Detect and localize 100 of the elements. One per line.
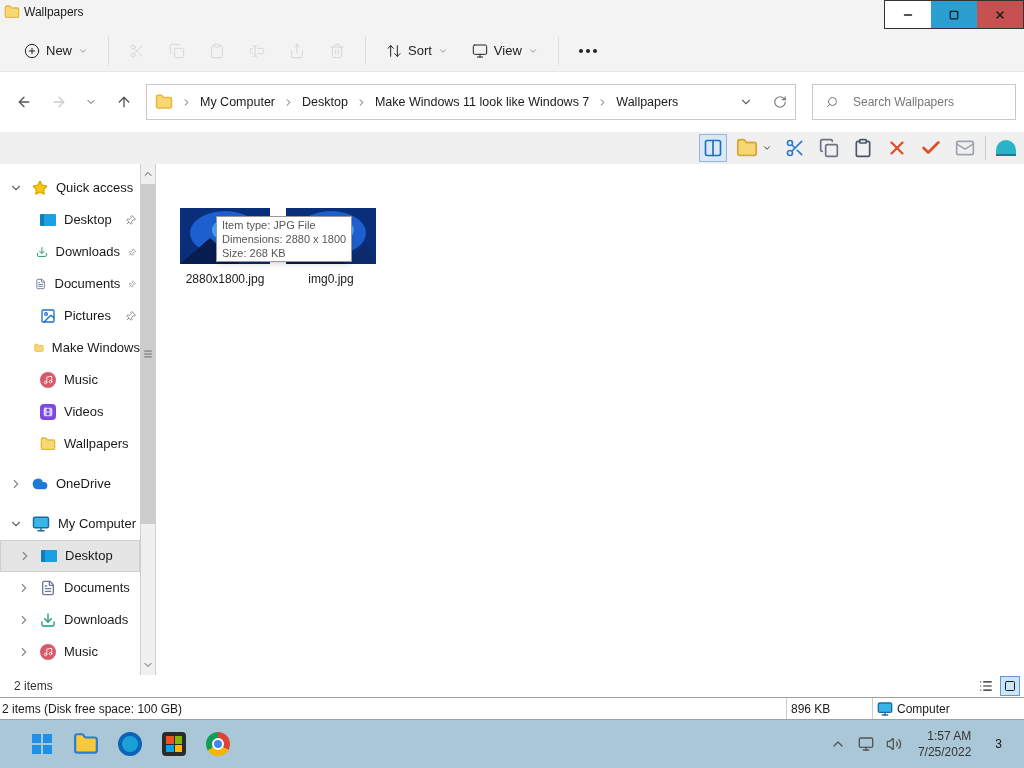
document-icon <box>40 580 56 596</box>
item-count: 2 items <box>14 678 53 695</box>
sort-icon <box>386 42 402 59</box>
music-icon <box>40 372 56 388</box>
window-title: Wallpapers <box>24 4 84 21</box>
document-icon <box>35 276 47 292</box>
file-name[interactable]: 2880x1800.jpg <box>185 270 265 288</box>
sidebar-item[interactable]: Downloads <box>0 604 140 636</box>
status-size: 896 KB <box>786 698 872 719</box>
sort-button[interactable]: Sort <box>378 34 456 67</box>
item-label: Music <box>64 371 98 390</box>
monitor-icon <box>32 515 50 533</box>
notification-count[interactable]: 3 <box>995 735 1002 753</box>
file-name[interactable]: img0.jpg <box>308 270 354 288</box>
sidebar-item[interactable]: Music <box>0 364 140 396</box>
item-label: Quick access <box>56 179 134 198</box>
view-button[interactable]: View <box>463 34 546 67</box>
sidebar-item[interactable]: OneDrive <box>0 468 140 500</box>
shell-icon <box>996 140 1016 156</box>
close-button[interactable] <box>977 1 1023 28</box>
tooltip: Item type: JPG File Dimensions: 2880 x 1800 Size: 268 KB <box>216 216 353 262</box>
sidebar-item[interactable]: Desktop <box>0 540 140 572</box>
pane-tool-button[interactable] <box>699 134 727 162</box>
breadcrumb[interactable]: Wallpapers <box>616 92 679 112</box>
network-icon[interactable] <box>857 736 874 752</box>
refresh-icon[interactable] <box>773 95 787 109</box>
item-label: Documents <box>64 579 130 598</box>
envelope-icon <box>955 138 975 158</box>
sidebar-item[interactable]: Videos <box>0 396 140 428</box>
new-button[interactable]: New <box>16 34 96 67</box>
item-label: Pictures <box>64 307 111 326</box>
star-icon <box>32 180 48 196</box>
download-icon <box>35 244 48 260</box>
sidebar-item[interactable]: Documents <box>0 572 140 604</box>
pane-icon <box>703 138 723 158</box>
sidebar-item[interactable]: Desktop <box>0 204 140 236</box>
clipboard-icon <box>853 138 873 158</box>
sidebar-item[interactable]: Wallpapers <box>0 428 140 460</box>
browser-icon[interactable] <box>206 732 230 756</box>
sidebar-item[interactable]: Pictures <box>0 300 140 332</box>
item-label: Downloads <box>64 611 129 630</box>
folder-icon[interactable] <box>73 731 99 757</box>
search-icon <box>826 96 838 108</box>
scissors-icon <box>785 138 805 158</box>
browser-icon[interactable] <box>118 732 142 756</box>
scrollbar[interactable] <box>140 164 156 675</box>
item-label: Make Windows <box>51 339 140 358</box>
clipboard-icon <box>209 42 225 59</box>
restore-icon <box>949 9 959 20</box>
sidebar-item[interactable]: My Computer <box>0 508 140 540</box>
restore-button[interactable] <box>931 1 977 28</box>
item-label: Desktop <box>65 547 113 566</box>
status-text: 2 items (Disk free space: 100 GB) <box>1 700 184 718</box>
plus-icon <box>24 42 40 59</box>
item-label: Documents <box>54 275 121 294</box>
desktop-icon <box>41 550 57 562</box>
item-label: Videos <box>64 403 104 422</box>
scissors-icon <box>129 42 145 59</box>
breadcrumb[interactable]: My Computer <box>200 92 275 112</box>
download-icon <box>40 612 56 628</box>
close-icon <box>994 8 1006 21</box>
address-bar[interactable]: My Computer Desktop Make Windows 11 look like Windows 7 Wallpapers <box>146 84 796 120</box>
cloud-icon <box>32 476 48 492</box>
item-label: Wallpapers <box>64 435 129 454</box>
breadcrumb[interactable]: Desktop <box>302 92 348 112</box>
volume-icon[interactable] <box>885 736 902 752</box>
clock[interactable]: 1:57 AM 7/25/2022 <box>917 728 972 760</box>
start-button[interactable] <box>32 734 52 754</box>
folder-icon <box>155 93 173 111</box>
breadcrumb[interactable]: Make Windows 11 look like Windows 7 <box>374 92 590 112</box>
list-icon <box>979 679 993 693</box>
rename-icon <box>249 42 265 59</box>
status-location: Computer <box>897 700 950 718</box>
item-label: Music <box>64 643 98 662</box>
sidebar-item[interactable]: Documents <box>0 268 140 300</box>
sidebar-item[interactable]: Quick access <box>0 172 140 204</box>
item-label: Desktop <box>64 211 112 230</box>
music-icon <box>40 644 56 660</box>
share-icon <box>289 42 305 59</box>
folder-icon <box>40 436 56 452</box>
item-label: OneDrive <box>56 475 111 494</box>
desktop-icon <box>40 214 56 226</box>
folder-icon <box>4 4 20 20</box>
picture-icon <box>40 308 56 324</box>
sidebar-item[interactable]: Music <box>0 636 140 668</box>
bag-icon[interactable] <box>162 732 186 756</box>
trash-icon <box>329 42 345 59</box>
more-icon <box>578 48 597 53</box>
copy-icon <box>169 42 185 59</box>
view-icon <box>471 42 488 59</box>
item-label: My Computer <box>58 515 137 534</box>
copy-icon <box>819 138 839 158</box>
grip-icon <box>143 349 153 359</box>
sidebar-item[interactable]: Make Windows <box>0 332 140 364</box>
monitor-icon <box>877 700 893 717</box>
square-icon <box>1004 680 1016 692</box>
item-label: Downloads <box>55 243 120 262</box>
search-field[interactable]: Search Wallpapers <box>812 84 1016 120</box>
large-view-button[interactable] <box>1000 676 1020 696</box>
sidebar-item[interactable]: Downloads <box>0 236 140 268</box>
